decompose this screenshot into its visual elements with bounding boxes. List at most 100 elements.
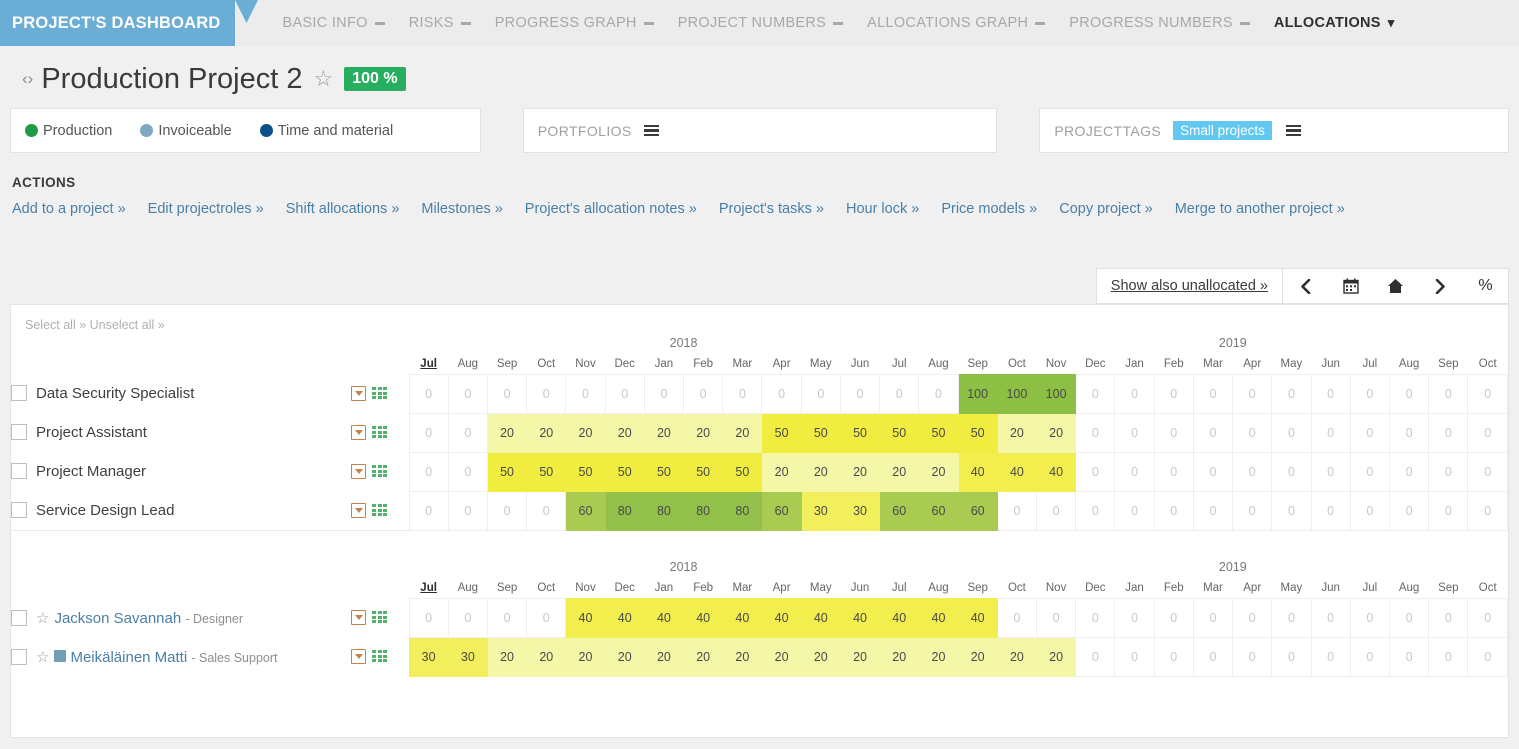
allocation-cell[interactable]: 20 [566,637,605,676]
allocation-cell[interactable]: 0 [997,598,1036,637]
month-header-cell[interactable]: Jun [1311,354,1350,374]
allocation-cell[interactable]: 0 [1233,413,1272,452]
allocation-cell[interactable]: 0 [1115,637,1154,676]
allocation-cell[interactable]: 20 [762,452,801,491]
allocation-cell[interactable]: 0 [762,374,801,413]
dropdown-icon[interactable] [351,464,366,479]
allocation-cell[interactable]: 80 [723,491,762,530]
home-button[interactable] [1373,269,1418,303]
row-checkbox[interactable] [11,610,27,626]
allocation-cell[interactable]: 0 [1193,598,1232,637]
hamburger-icon[interactable] [644,125,659,137]
allocation-cell[interactable]: 20 [684,637,723,676]
action-link-milestones[interactable]: Milestones » [421,201,502,217]
month-header-cell[interactable]: Jul [409,354,448,374]
allocation-cell[interactable]: 0 [1429,374,1468,413]
grid-icon[interactable] [372,465,387,477]
allocation-cell[interactable]: 0 [1076,637,1115,676]
allocation-cell[interactable]: 50 [723,452,762,491]
show-unallocated-link[interactable]: Show also unallocated » [1097,269,1283,303]
allocation-cell[interactable]: 50 [605,452,644,491]
favorite-star-icon[interactable]: ☆ [313,66,333,92]
allocation-cell[interactable]: 0 [1429,598,1468,637]
month-header-cell[interactable]: Aug [448,578,487,598]
allocation-cell[interactable]: 0 [644,374,683,413]
allocation-cell[interactable]: 20 [880,452,919,491]
month-header-cell[interactable]: Jul [409,578,448,598]
allocation-cell[interactable]: 0 [1115,491,1154,530]
month-header-cell[interactable]: Nov [566,354,605,374]
action-link-project-s-tasks[interactable]: Project's tasks » [719,201,824,217]
month-header-cell[interactable]: Apr [762,578,801,598]
allocation-cell[interactable]: 40 [958,452,997,491]
select-all-link[interactable]: Select all » [25,318,86,332]
allocation-cell[interactable]: 0 [527,491,566,530]
dropdown-icon[interactable] [351,503,366,518]
allocation-cell[interactable]: 100 [958,374,997,413]
allocation-cell[interactable]: 40 [997,452,1036,491]
allocation-cell[interactable]: 0 [1193,637,1232,676]
month-header-cell[interactable]: Feb [684,578,723,598]
allocation-cell[interactable]: 0 [997,491,1036,530]
month-header-cell[interactable]: Mar [1193,578,1232,598]
allocation-cell[interactable]: 20 [840,452,879,491]
grid-icon[interactable] [372,387,387,399]
allocation-cell[interactable]: 0 [1311,413,1350,452]
allocation-cell[interactable]: 0 [1272,452,1311,491]
dropdown-icon[interactable] [351,610,366,625]
allocation-cell[interactable]: 40 [1037,452,1076,491]
month-header-cell[interactable]: Jul [880,354,919,374]
allocation-cell[interactable]: 0 [1350,598,1389,637]
allocation-cell[interactable]: 0 [1076,598,1115,637]
allocation-cell[interactable]: 0 [1389,452,1428,491]
allocation-cell[interactable]: 20 [605,637,644,676]
nav-item-allocations[interactable]: ALLOCATIONS▾ [1262,0,1407,46]
row-star-icon[interactable]: ☆ [36,610,49,627]
allocation-cell[interactable]: 80 [684,491,723,530]
allocation-cell[interactable]: 0 [880,374,919,413]
allocation-cell[interactable]: 0 [1154,374,1193,413]
month-header-cell[interactable]: Apr [762,354,801,374]
month-header-cell[interactable]: Aug [919,578,958,598]
allocation-cell[interactable]: 0 [1154,598,1193,637]
grid-icon[interactable] [372,650,387,662]
allocation-cell[interactable]: 0 [448,598,487,637]
allocation-cell[interactable]: 30 [409,637,448,676]
allocation-cell[interactable]: 50 [487,452,526,491]
month-header-cell[interactable]: Apr [1233,578,1272,598]
month-header-cell[interactable]: Jul [880,578,919,598]
month-header-cell[interactable]: Aug [919,354,958,374]
allocation-cell[interactable]: 20 [527,637,566,676]
month-header-cell[interactable]: Aug [1389,354,1428,374]
nav-item-project-numbers[interactable]: PROJECT NUMBERS [666,0,855,46]
month-header-cell[interactable]: Oct [1468,354,1508,374]
allocation-cell[interactable]: 0 [1468,452,1508,491]
person-name-link[interactable]: Jackson Savannah [54,610,181,627]
allocation-cell[interactable]: 0 [1272,637,1311,676]
month-header-cell[interactable]: Jan [644,578,683,598]
month-header-cell[interactable]: Jun [840,354,879,374]
allocation-cell[interactable]: 0 [409,413,448,452]
action-link-merge-to-another-project[interactable]: Merge to another project » [1175,201,1345,217]
month-header-cell[interactable]: Apr [1233,354,1272,374]
allocation-cell[interactable]: 0 [1311,491,1350,530]
nav-item-progress-graph[interactable]: PROGRESS GRAPH [483,0,666,46]
allocation-cell[interactable]: 0 [1037,491,1076,530]
allocation-cell[interactable]: 0 [1468,374,1508,413]
allocation-cell[interactable]: 80 [644,491,683,530]
allocation-cell[interactable]: 0 [1350,452,1389,491]
allocation-cell[interactable]: 0 [1429,452,1468,491]
month-header-cell[interactable]: May [801,354,840,374]
hamburger-icon[interactable] [1286,125,1301,137]
allocation-cell[interactable]: 60 [958,491,997,530]
allocation-cell[interactable]: 0 [1389,413,1428,452]
allocation-cell[interactable]: 30 [448,637,487,676]
month-header-cell[interactable]: Feb [684,354,723,374]
allocation-cell[interactable]: 0 [1115,413,1154,452]
month-header-cell[interactable]: Oct [997,578,1036,598]
action-link-project-s-allocation-notes[interactable]: Project's allocation notes » [525,201,697,217]
allocation-cell[interactable]: 60 [919,491,958,530]
allocation-cell[interactable]: 20 [487,413,526,452]
allocation-cell[interactable]: 0 [1115,374,1154,413]
allocation-cell[interactable]: 0 [1076,413,1115,452]
